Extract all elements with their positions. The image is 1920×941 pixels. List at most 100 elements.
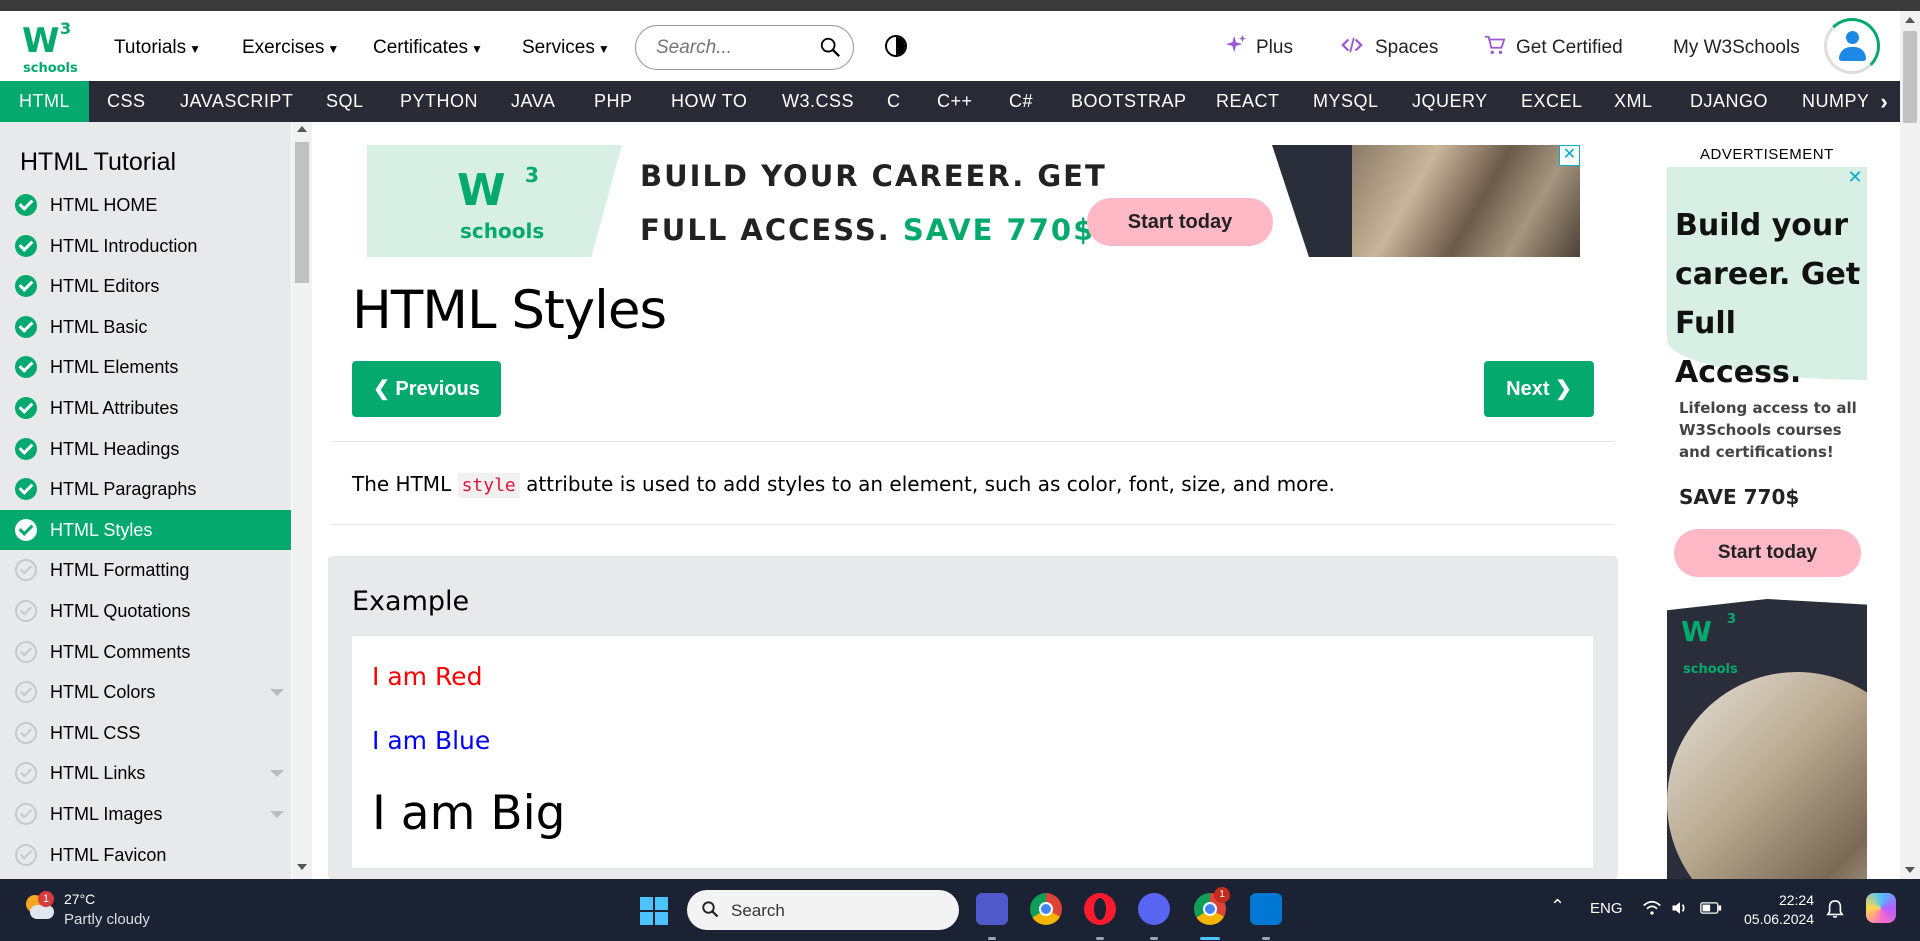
- ad-start-today-button[interactable]: Start today: [1087, 198, 1273, 246]
- scroll-up-icon[interactable]: [1905, 17, 1915, 23]
- weather-icon[interactable]: 1: [24, 891, 56, 925]
- next-button[interactable]: Next ❯: [1484, 361, 1594, 417]
- nav-excel[interactable]: EXCEL: [1521, 81, 1583, 122]
- nav-w3css[interactable]: W3.CSS: [782, 81, 854, 122]
- nav-c[interactable]: C: [887, 81, 901, 122]
- w3schools-logo[interactable]: W 3 schools: [20, 19, 78, 76]
- sidebar-item[interactable]: HTML Elements: [0, 347, 291, 387]
- notification-bell-icon[interactable]: [1826, 899, 1844, 919]
- vscode-icon[interactable]: [1250, 893, 1282, 940]
- sidebar-scroll-thumb[interactable]: [295, 142, 309, 283]
- chrome-icon[interactable]: [1030, 893, 1062, 925]
- page-scrollbar[interactable]: [1900, 11, 1920, 879]
- chrome-active-icon[interactable]: 1: [1194, 887, 1230, 940]
- nav-css[interactable]: CSS: [107, 81, 146, 122]
- logo-text: schools: [23, 61, 78, 76]
- ad-paragraph: Lifelong access to all W3Schools courses…: [1679, 399, 1857, 461]
- nav-java[interactable]: JAVA: [511, 81, 555, 122]
- sidebar-item[interactable]: HTML Comments: [0, 632, 291, 672]
- language-indicator[interactable]: ENG: [1590, 900, 1623, 917]
- discord-icon[interactable]: [1138, 893, 1170, 940]
- previous-button[interactable]: ❮ Previous: [352, 361, 501, 417]
- wifi-icon[interactable]: [1642, 899, 1662, 917]
- caret-down-icon: ▼: [327, 42, 340, 56]
- search-box[interactable]: [635, 25, 854, 70]
- expand-arrow-icon[interactable]: [270, 811, 284, 818]
- nav-xml[interactable]: XML: [1614, 81, 1653, 122]
- sidebar-scrollbar[interactable]: [292, 122, 312, 879]
- ad-close-icon[interactable]: ✕: [1559, 145, 1580, 166]
- sidebar-item[interactable]: HTML HOME: [0, 185, 291, 225]
- nav-php[interactable]: PHP: [594, 81, 633, 122]
- menu-tutorials[interactable]: Tutorials ▼: [114, 37, 201, 59]
- sidebar-item-label: HTML Images: [50, 804, 163, 824]
- menu-certificates[interactable]: Certificates ▼: [373, 37, 483, 59]
- spaces-link[interactable]: Spaces: [1375, 37, 1438, 59]
- sidebar-item[interactable]: HTML Styles: [0, 509, 291, 550]
- teams-icon[interactable]: [976, 893, 1008, 940]
- copilot-icon[interactable]: [1866, 893, 1896, 923]
- battery-icon[interactable]: [1700, 901, 1722, 915]
- scroll-down-icon[interactable]: [297, 864, 307, 870]
- nav-django[interactable]: DJANGO: [1690, 81, 1768, 122]
- nav-html[interactable]: HTML: [0, 81, 89, 122]
- scroll-down-icon[interactable]: [1905, 867, 1915, 873]
- user-avatar[interactable]: [1824, 18, 1880, 74]
- expand-arrow-icon[interactable]: [270, 689, 284, 697]
- nav-csharp[interactable]: C#: [1009, 81, 1033, 122]
- weather-condition[interactable]: Partly cloudy: [64, 911, 150, 928]
- sidebar-item[interactable]: HTML Paragraphs: [0, 469, 291, 509]
- sidebar-item[interactable]: HTML Attributes: [0, 388, 291, 428]
- nav-mysql[interactable]: MYSQL: [1313, 81, 1379, 122]
- volume-icon[interactable]: [1670, 899, 1690, 917]
- nav-sql[interactable]: SQL: [326, 81, 364, 122]
- search-icon[interactable]: [819, 36, 841, 58]
- search-input[interactable]: [656, 36, 806, 60]
- nav-python[interactable]: PYTHON: [400, 81, 478, 122]
- sidebar-item[interactable]: HTML Favicon: [0, 835, 291, 875]
- sidebar-item[interactable]: HTML Editors: [0, 266, 291, 306]
- clock[interactable]: 22:24 05.06.2024: [1744, 891, 1814, 929]
- sidebar-item[interactable]: HTML Basic: [0, 307, 291, 347]
- sidebar-item[interactable]: HTML Formatting: [0, 550, 291, 590]
- ad-start-today-button[interactable]: Start today: [1674, 529, 1861, 577]
- chevron-up-icon[interactable]: ⌃: [1550, 896, 1565, 917]
- sidebar-item-label: HTML Comments: [50, 641, 191, 662]
- incomplete-check-icon: [15, 762, 37, 785]
- nav-howto[interactable]: HOW TO: [671, 81, 747, 122]
- menu-exercises[interactable]: Exercises ▼: [242, 37, 339, 59]
- intro-paragraph: The HTML style attribute is used to add …: [352, 472, 1335, 498]
- ad-close-icon[interactable]: ✕: [1846, 168, 1864, 186]
- sidebar-item[interactable]: HTML Headings: [0, 429, 291, 469]
- plus-link[interactable]: Plus: [1256, 37, 1293, 59]
- sparkle-icon: [1225, 34, 1247, 53]
- menu-services[interactable]: Services ▼: [522, 37, 610, 59]
- opera-icon[interactable]: [1084, 893, 1116, 940]
- taskbar-search[interactable]: Search: [687, 890, 959, 930]
- banner-ad[interactable]: W 3 schools BUILD YOUR CAREER. GET FULL …: [367, 145, 1580, 257]
- nav-cpp[interactable]: C++: [937, 81, 973, 122]
- sidebar-item-label: HTML HOME: [50, 195, 158, 215]
- nav-scroll-right-icon[interactable]: ›: [1868, 81, 1900, 122]
- nav-react[interactable]: REACT: [1216, 81, 1280, 122]
- sidebar-ad[interactable]: Build your career. Get Full Access. Life…: [1667, 167, 1867, 879]
- nav-bootstrap[interactable]: BOOTSTRAP: [1071, 81, 1187, 122]
- sidebar-item[interactable]: HTML Quotations: [0, 591, 291, 631]
- sidebar-item[interactable]: HTML Images: [0, 794, 291, 834]
- sidebar-item[interactable]: HTML Introduction: [0, 226, 291, 266]
- windows-start-icon[interactable]: [640, 897, 668, 925]
- dark-mode-toggle-icon[interactable]: [885, 35, 907, 57]
- weather-temperature[interactable]: 27°C: [64, 891, 95, 907]
- my-w3schools-link[interactable]: My W3Schools: [1673, 37, 1800, 59]
- sidebar-item[interactable]: HTML CSS: [0, 713, 291, 753]
- page-scroll-thumb[interactable]: [1903, 31, 1917, 123]
- nav-javascript[interactable]: JAVASCRIPT: [180, 81, 293, 122]
- get-certified-link[interactable]: Get Certified: [1516, 37, 1623, 59]
- nav-jquery[interactable]: JQUERY: [1412, 81, 1488, 122]
- expand-arrow-icon[interactable]: [270, 770, 284, 778]
- sidebar-item[interactable]: HTML Links: [0, 753, 291, 793]
- ad-line-2: FULL ACCESS. SAVE 770$: [640, 213, 1096, 247]
- nav-numpy[interactable]: NUMPY: [1802, 81, 1870, 122]
- sidebar-item[interactable]: HTML Colors: [0, 672, 291, 712]
- scroll-up-icon[interactable]: [297, 126, 307, 132]
